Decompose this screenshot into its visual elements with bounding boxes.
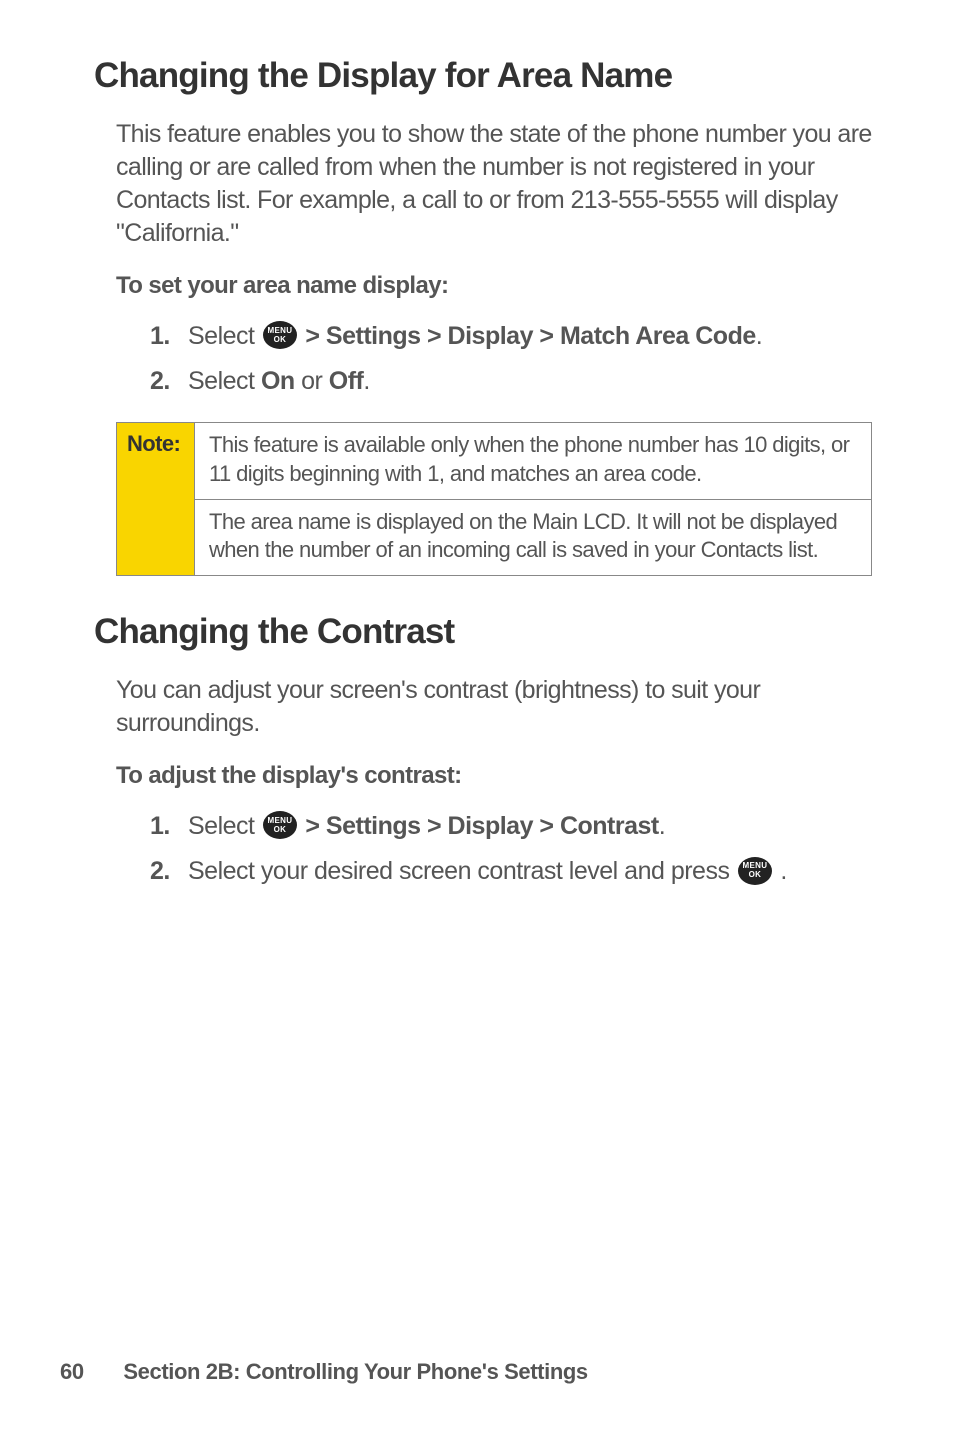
- page-number: 60: [60, 1359, 84, 1384]
- step-1: 1. Select MENUOK > Settings > Display > …: [150, 812, 872, 841]
- menu-ok-icon: MENUOK: [738, 857, 772, 885]
- step-bold-off: Off: [329, 367, 364, 395]
- heading-area-name: Changing the Display for Area Name: [94, 56, 872, 96]
- step-bold-on: On: [261, 367, 295, 395]
- footer-title: Section 2B: Controlling Your Phone's Set…: [123, 1359, 587, 1384]
- step-tail: .: [363, 367, 369, 395]
- step-bold: > Settings > Display > Contrast: [299, 812, 659, 840]
- steps-area-name: 1. Select MENUOK > Settings > Display > …: [150, 322, 872, 396]
- step-2: 2. Select On or Off.: [150, 367, 872, 396]
- menu-ok-icon: MENUOK: [263, 811, 297, 839]
- note-content: This feature is available only when the …: [195, 423, 871, 574]
- menu-ok-icon: MENUOK: [263, 321, 297, 349]
- subhead-area-name: To set your area name display:: [116, 272, 872, 300]
- step-1: 1. Select MENUOK > Settings > Display > …: [150, 322, 872, 351]
- note-segment-2: The area name is displayed on the Main L…: [195, 499, 871, 575]
- steps-contrast: 1. Select MENUOK > Settings > Display > …: [150, 812, 872, 887]
- page-footer: 60 Section 2B: Controlling Your Phone's …: [60, 1359, 588, 1385]
- step-tail: .: [756, 322, 762, 350]
- step-tail: .: [774, 857, 787, 885]
- step-number: 1.: [150, 812, 170, 841]
- step-mid: or: [295, 367, 329, 395]
- note-segment-1: This feature is available only when the …: [195, 423, 871, 498]
- note-box: Note: This feature is available only whe…: [116, 422, 872, 575]
- step-bold: > Settings > Display > Match Area Code: [299, 322, 756, 350]
- heading-contrast: Changing the Contrast: [94, 612, 872, 652]
- step-number: 2.: [150, 367, 170, 396]
- note-label: Note:: [117, 423, 195, 574]
- step-2: 2. Select your desired screen contrast l…: [150, 857, 872, 886]
- step-text-lead: Select: [188, 322, 261, 350]
- step-number: 1.: [150, 322, 170, 351]
- step-tail: .: [659, 812, 665, 840]
- step-text-lead: Select: [188, 812, 261, 840]
- step-text-lead: Select: [188, 367, 261, 395]
- step-number: 2.: [150, 857, 170, 886]
- step-text-lead: Select your desired screen contrast leve…: [188, 857, 736, 885]
- para-contrast: You can adjust your screen's contrast (b…: [116, 674, 872, 740]
- para-area-name: This feature enables you to show the sta…: [116, 118, 872, 250]
- subhead-contrast: To adjust the display's contrast:: [116, 762, 872, 790]
